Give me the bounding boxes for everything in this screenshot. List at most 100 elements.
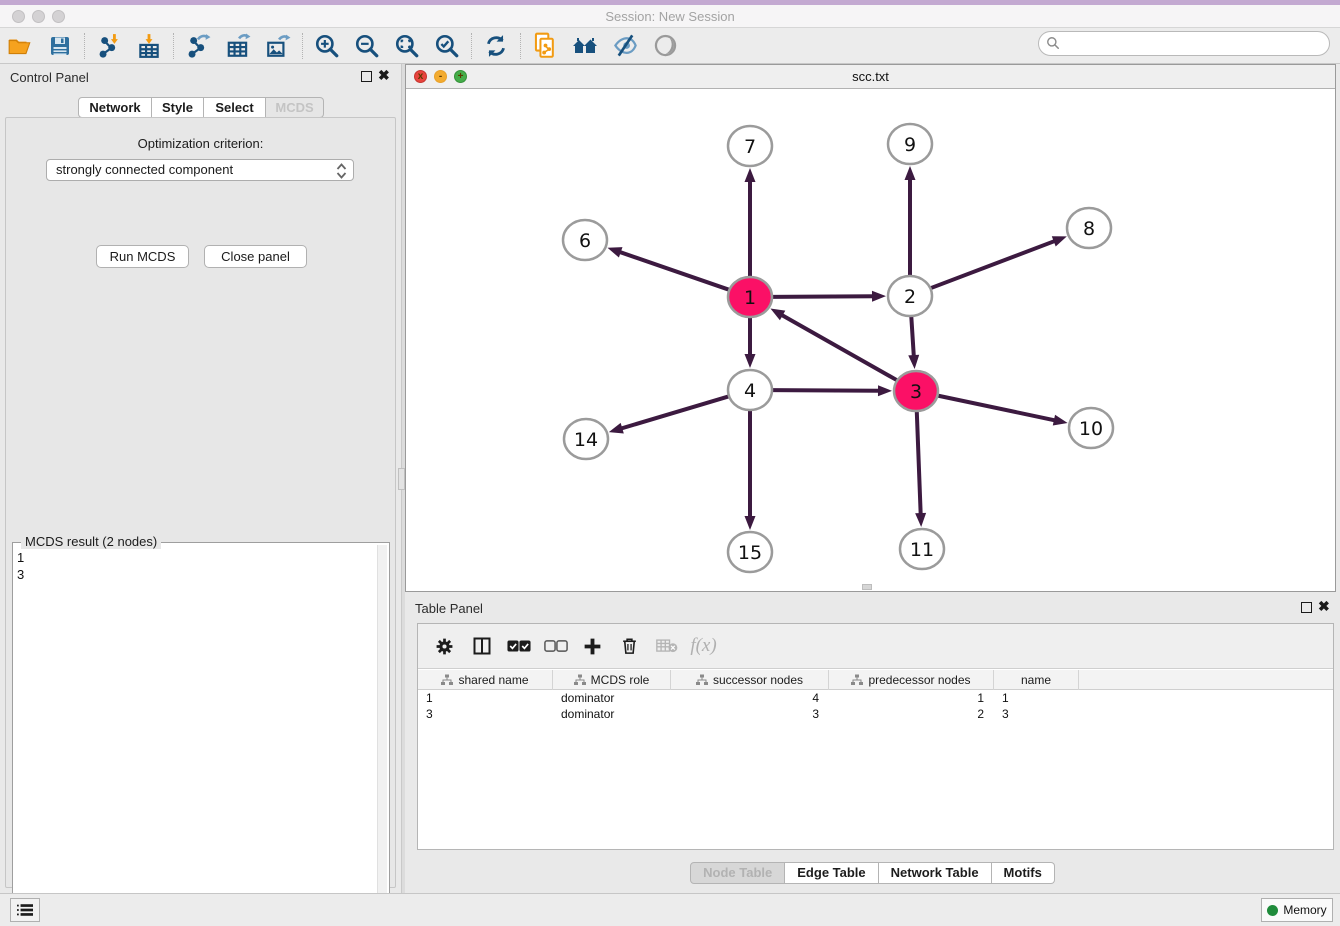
export-table-icon[interactable] [218,30,258,62]
edge-2-3[interactable] [911,317,914,357]
cell-MCDS-role[interactable]: dominator [553,706,671,722]
control-panel-title: Control Panel [10,70,89,85]
graph-node-14[interactable]: 14 [564,419,608,459]
float-panel-icon[interactable] [361,71,372,82]
network-window-titlebar[interactable]: x - + scc.txt [406,65,1335,89]
graph-node-8[interactable]: 8 [1067,208,1111,248]
graph-node-1[interactable]: 1 [728,277,772,317]
edge-1-2[interactable] [773,296,874,297]
graph-node-2[interactable]: 2 [888,276,932,316]
tab-network-table[interactable]: Network Table [879,862,992,884]
cell-MCDS-role[interactable]: dominator [553,690,671,706]
tab-select[interactable]: Select [204,97,266,118]
column-header-MCDS-role[interactable]: MCDS role [553,670,671,690]
zoom-out-icon[interactable] [347,30,387,62]
node-label-7: 7 [744,136,756,158]
function-builder-icon[interactable]: f(x) [685,628,722,664]
edge-3-10[interactable] [938,396,1055,421]
graph-node-9[interactable]: 9 [888,124,932,164]
graph-node-4[interactable]: 4 [728,370,772,410]
cell-shared-name[interactable]: 3 [418,706,553,722]
task-history-button[interactable] [10,898,40,922]
save-session-icon[interactable] [40,30,80,62]
search-input[interactable] [1038,31,1330,56]
open-session-icon[interactable] [0,30,40,62]
result-scrollbar[interactable] [377,545,387,919]
node-label-10: 10 [1079,418,1103,440]
graph-node-7[interactable]: 7 [728,126,772,166]
export-network-icon[interactable] [178,30,218,62]
cell-predecessor-nodes[interactable]: 1 [829,690,994,706]
import-table-icon[interactable] [129,30,169,62]
criterion-select[interactable]: strongly connected component [46,159,354,181]
float-table-panel-icon[interactable] [1301,602,1312,613]
search-field-wrap [1038,31,1330,56]
column-header-predecessor-nodes[interactable]: predecessor nodes [829,670,994,690]
import-network-icon[interactable] [89,30,129,62]
export-image-icon[interactable] [258,30,298,62]
column-header-successor-nodes[interactable]: successor nodes [671,670,829,690]
network-view-window: x - + scc.txt 1 2 3 4 6 7 8 9 10 11 14 15 [405,64,1336,592]
close-panel-button[interactable]: Close panel [204,245,307,268]
tab-style[interactable]: Style [152,97,204,118]
edge-3-1[interactable] [781,314,897,379]
tab-motifs[interactable]: Motifs [992,862,1055,884]
tab-mcds[interactable]: MCDS [266,97,324,118]
edge-4-14[interactable] [620,397,728,429]
zoom-fit-icon[interactable] [387,30,427,62]
tab-node-table[interactable]: Node Table [690,862,785,884]
mcds-result-text[interactable]: 1 3 [17,549,369,915]
cell-name[interactable]: 3 [994,706,1079,722]
cell-predecessor-nodes[interactable]: 2 [829,706,994,722]
column-selector-icon[interactable] [463,628,500,664]
column-header-name[interactable]: name [994,670,1079,690]
run-mcds-button[interactable]: Run MCDS [96,245,189,268]
graph-node-3[interactable]: 3 [894,371,938,411]
clone-network-icon[interactable] [525,30,565,62]
edge-3-11[interactable] [917,412,921,515]
refresh-layout-icon[interactable] [476,30,516,62]
graph-node-10[interactable]: 10 [1069,408,1113,448]
edge-4-3[interactable] [773,390,880,391]
close-panel-icon[interactable]: ✖ [378,67,390,84]
window-title: Session: New Session [0,9,1340,24]
edge-2-8[interactable] [931,241,1055,288]
home-icon[interactable] [565,30,605,62]
graph-node-11[interactable]: 11 [900,529,944,569]
hide-panel-eye-icon[interactable] [605,30,645,62]
frame-resize-handle[interactable] [862,584,872,590]
show-graphics-eye-icon[interactable] [645,30,685,62]
zoom-in-icon[interactable] [307,30,347,62]
cell-successor-nodes[interactable]: 3 [671,706,829,722]
tab-network[interactable]: Network [78,97,152,118]
column-header-shared-name[interactable]: shared name [418,670,553,690]
delete-table-icon[interactable] [648,628,685,664]
network-graph-canvas[interactable]: 1 2 3 4 6 7 8 9 10 11 14 15 [406,89,1335,590]
memory-status-icon [1267,905,1278,916]
optimization-criterion-label: Optimization criterion: [6,136,395,151]
zoom-selected-icon[interactable] [427,30,467,62]
cell-successor-nodes[interactable]: 4 [671,690,829,706]
memory-button[interactable]: Memory [1261,898,1333,922]
cell-name[interactable]: 1 [994,690,1079,706]
select-all-checks-icon[interactable] [500,628,537,664]
deselect-all-checks-icon[interactable] [537,628,574,664]
graph-node-15[interactable]: 15 [728,532,772,572]
node-label-9: 9 [904,134,916,156]
splitter-expand-handle[interactable] [398,468,405,490]
table-tabs: Node TableEdge TableNetwork TableMotifs [405,862,1340,884]
cell-shared-name[interactable]: 1 [418,690,553,706]
table-row[interactable]: 3dominator323 [418,706,1333,722]
edge-1-6[interactable] [619,252,729,290]
table-row[interactable]: 1dominator411 [418,690,1333,706]
close-table-panel-icon[interactable]: ✖ [1318,598,1330,615]
memory-label: Memory [1283,903,1326,917]
arrowhead-2-9 [905,166,916,180]
graph-node-6[interactable]: 6 [563,220,607,260]
table-settings-icon[interactable] [426,628,463,664]
tab-edge-table[interactable]: Edge Table [785,862,878,884]
add-column-icon[interactable] [574,628,611,664]
titlebar: Session: New Session [0,5,1340,28]
toolbar-separator [471,33,472,59]
delete-column-icon[interactable] [611,628,648,664]
